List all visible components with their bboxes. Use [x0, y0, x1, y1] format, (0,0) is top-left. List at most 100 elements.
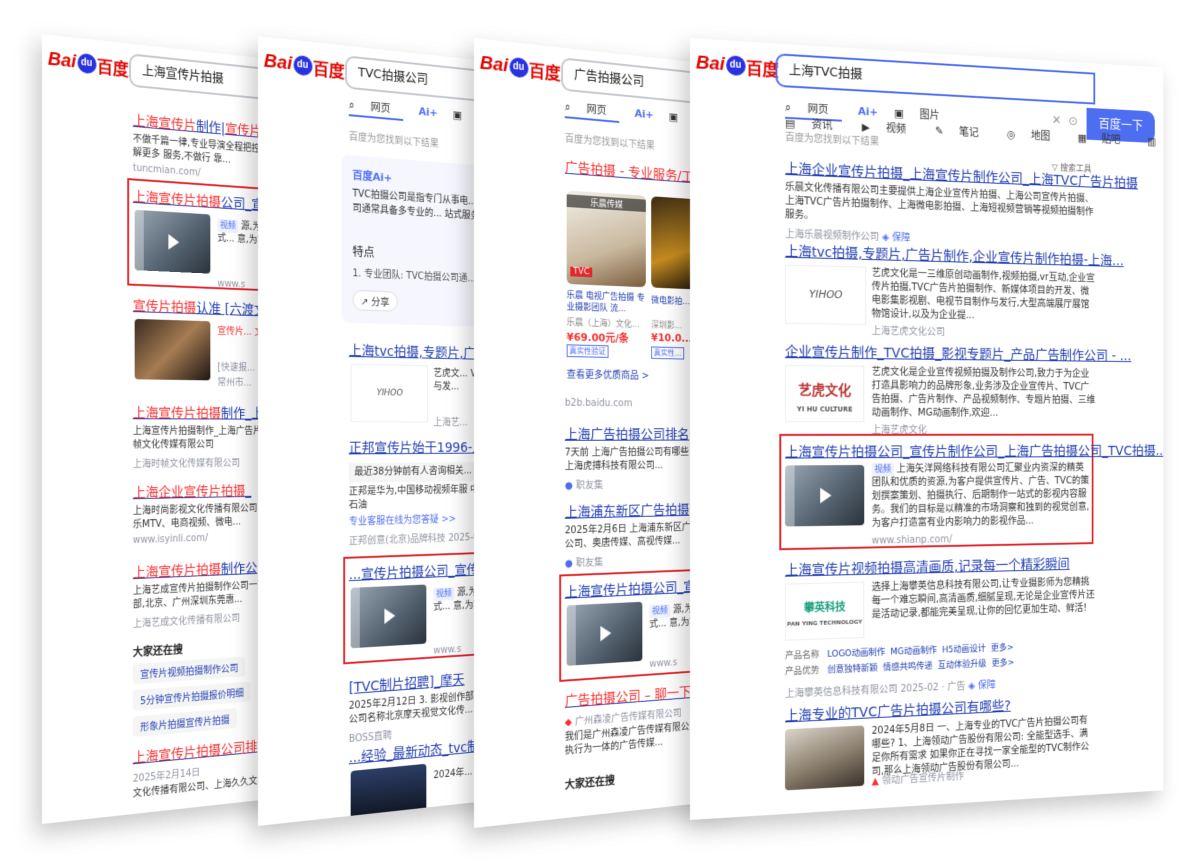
search-input[interactable]: 上海TVC拍摄	[775, 53, 1096, 105]
result-logo-image[interactable]: 攀英科技 PAN YING TECHNOLOGY	[785, 581, 865, 641]
related-chip[interactable]: 5分钟宣传片拍摄报价明细	[132, 681, 251, 711]
product-verify-tag: 真实性验证	[566, 344, 609, 358]
result-logo-image[interactable]: YIHOO	[785, 264, 867, 326]
guarantee-badge: ◈ 保障	[882, 232, 911, 244]
guarantee-badge: ◈ 保障	[968, 680, 996, 692]
video-tag: 视频	[433, 587, 455, 602]
source-icon: ●	[564, 558, 573, 570]
advantage-link[interactable]: 更多>	[992, 658, 1015, 668]
doc-icon: ▥	[1147, 135, 1157, 148]
more-products-link[interactable]: 查看更多优质商品 >	[567, 366, 649, 382]
product-shop: 乐晨（上海）文化...	[566, 318, 640, 330]
tab-web[interactable]: ⌕ 网页	[348, 96, 403, 121]
screenshot-card-4: Bai du 百度 上海TVC拍摄 百度一下 ✕ ⊙ ⌕ 网页 Ai+ ▣ 图片 ▤…	[690, 38, 1164, 820]
note-icon: ✎	[934, 124, 944, 138]
product-badge: 乐晨传媒	[566, 194, 646, 213]
advantage-link[interactable]: 互动体验升级	[938, 659, 987, 670]
tab-wenku[interactable]: ▥ 文库	[1147, 133, 1163, 150]
tvc-tag-icon: TVC	[570, 266, 593, 278]
video-thumbnail[interactable]	[350, 584, 427, 649]
ai-feature-title: 特点	[352, 244, 375, 260]
tab-ai[interactable]: Ai+	[858, 105, 878, 119]
baidu-logo[interactable]: Bai du 百度	[48, 47, 129, 81]
search-icon: ⌕	[348, 98, 355, 112]
search-icon: ⌕	[564, 100, 571, 114]
result-desc: 2024年5月8日 一、上海专业的TVC广告片拍摄公司有哪些? 1、上海领动广告…	[871, 715, 1090, 778]
related-chip[interactable]: 形象片拍摄宣传片拍摄	[132, 708, 237, 738]
video-thumbnail[interactable]	[566, 601, 643, 666]
result-source: www.s	[217, 278, 246, 291]
product-link[interactable]: MG动画制作	[890, 646, 936, 657]
source-icon: ▲	[871, 776, 879, 788]
result-source: 上海艺虎文化公司	[871, 326, 946, 338]
tieba-icon: ▦	[1077, 131, 1087, 145]
paw-icon: du	[725, 55, 746, 77]
play-icon	[820, 487, 832, 504]
result-item[interactable]: 上海宣传片视频拍摄高清画质,记录每一个精彩瞬间	[785, 552, 1163, 580]
product-link[interactable]: 更多>	[991, 643, 1014, 653]
video-tag: 视频	[871, 462, 894, 477]
paw-icon: du	[293, 54, 313, 77]
company-icon: ◆	[564, 717, 572, 729]
tab-notes[interactable]: ✎ 笔记	[935, 123, 991, 141]
product-link[interactable]: LOGO动画制作	[827, 648, 885, 660]
related-title: 大家还在搜	[564, 774, 615, 792]
play-icon	[168, 234, 180, 251]
product-price: ¥69.00元/条	[566, 330, 629, 345]
result-meta: [快速报...	[217, 362, 256, 374]
result-desc: 选择上海攀英信息科技有限公司,让专业摄影师为您精挑每一个难忘瞬间,高清画质,细腻…	[871, 576, 1095, 621]
result-image[interactable]	[350, 763, 427, 820]
product-image[interactable]: 乐晨传媒 TVC	[566, 190, 646, 288]
tab-map[interactable]: ◎ 地图	[1007, 126, 1062, 144]
related-chip[interactable]: 宣传片视频拍摄制作公司	[132, 656, 246, 685]
search-icon: ⌕	[785, 101, 791, 115]
advantage-link[interactable]: 创意独特新颖	[827, 664, 877, 676]
result-source: b2b.baidu.com	[564, 397, 633, 410]
result-source: www.s	[433, 644, 462, 657]
result-source: 上海攀英信息科技有限公司 2025-02 · 广告 ◈ 保障	[785, 680, 996, 700]
paw-icon: du	[77, 52, 97, 75]
product-verify-tag: 真实性...	[651, 346, 684, 360]
baidu-logo[interactable]: Bai du 百度	[696, 50, 779, 81]
result-desc: 上海矢洋网络科技有限公司汇聚业内资深的精英团队和优质的资源,为客户提供宣传片、广…	[871, 462, 1090, 530]
image-icon: ▣	[668, 110, 678, 124]
advantage-link[interactable]: 情感共鸣传递	[883, 662, 933, 674]
product-link[interactable]: H5动画设计	[942, 644, 986, 655]
result-desc: 艺虎文化是企业宣传视频拍摄及制作公司,致力于为企业打造具影响力的品牌形象,业务涉…	[871, 366, 1096, 419]
baidu-logo[interactable]: Bai du 百度	[264, 49, 345, 83]
product-price: ¥10.0...	[651, 331, 693, 345]
map-icon: ◎	[1006, 128, 1016, 141]
image-icon: ▣	[452, 108, 462, 122]
video-thumbnail[interactable]	[785, 464, 865, 527]
result-desc: 艺虎文化是一三维原创动画制作,视频拍摄,vr互动,企业宣传片拍摄,TVC广告片拍…	[871, 267, 1095, 322]
result-source: 上海艺...	[433, 417, 468, 429]
video-thumbnail[interactable]	[134, 209, 211, 274]
product-shop: 深圳影...	[651, 320, 683, 332]
image-icon: ▣	[894, 106, 904, 120]
result-item[interactable]: 上海宣传片拍摄公司_宣传片制作公司_上海广告拍摄公司_TVC拍摄...	[785, 441, 1163, 461]
result-image[interactable]	[134, 318, 211, 381]
result-image[interactable]	[785, 725, 865, 791]
tab-ai[interactable]: Ai+	[419, 105, 438, 119]
result-item[interactable]: 上海企业宣传片拍摄_上海宣传片制作公司_上海TVC广告片拍摄 乐晨文化传播有限公…	[785, 158, 1163, 251]
result-logo-image[interactable]: 艺虎文化 YI HU CULTURE	[785, 364, 865, 423]
share-button[interactable]: ↗ 分享	[352, 289, 398, 312]
play-icon	[600, 625, 612, 642]
video-tag: 视频	[217, 218, 239, 234]
paw-icon: du	[509, 56, 529, 79]
tab-tieba[interactable]: ▦ 贴吧	[1078, 130, 1133, 148]
result-logo-image[interactable]: YIHOO	[350, 363, 429, 423]
result-item[interactable]: 企业宣传片制作_TVC拍摄_影视专题片_产品广告制作公司 - ...	[785, 341, 1163, 365]
tab-web[interactable]: ⌕ 网页	[564, 98, 619, 123]
play-icon	[384, 608, 396, 624]
source-icon: ●	[564, 480, 573, 492]
video-tag: 视频	[649, 604, 671, 619]
result-count: 百度为您找到以下结果	[564, 133, 655, 152]
product-title[interactable]: 乐晨 电视广告拍摄 专业摄影团队 流...	[567, 290, 648, 316]
tab-ai[interactable]: Ai+	[635, 107, 654, 121]
result-source: www.s	[649, 657, 678, 670]
result-count: 百度为您找到以下结果	[348, 131, 439, 150]
related-title: 大家还在搜	[132, 643, 183, 660]
ai-label: 百度Ai+	[352, 169, 393, 185]
baidu-logo[interactable]: Bai du 百度	[480, 51, 561, 85]
